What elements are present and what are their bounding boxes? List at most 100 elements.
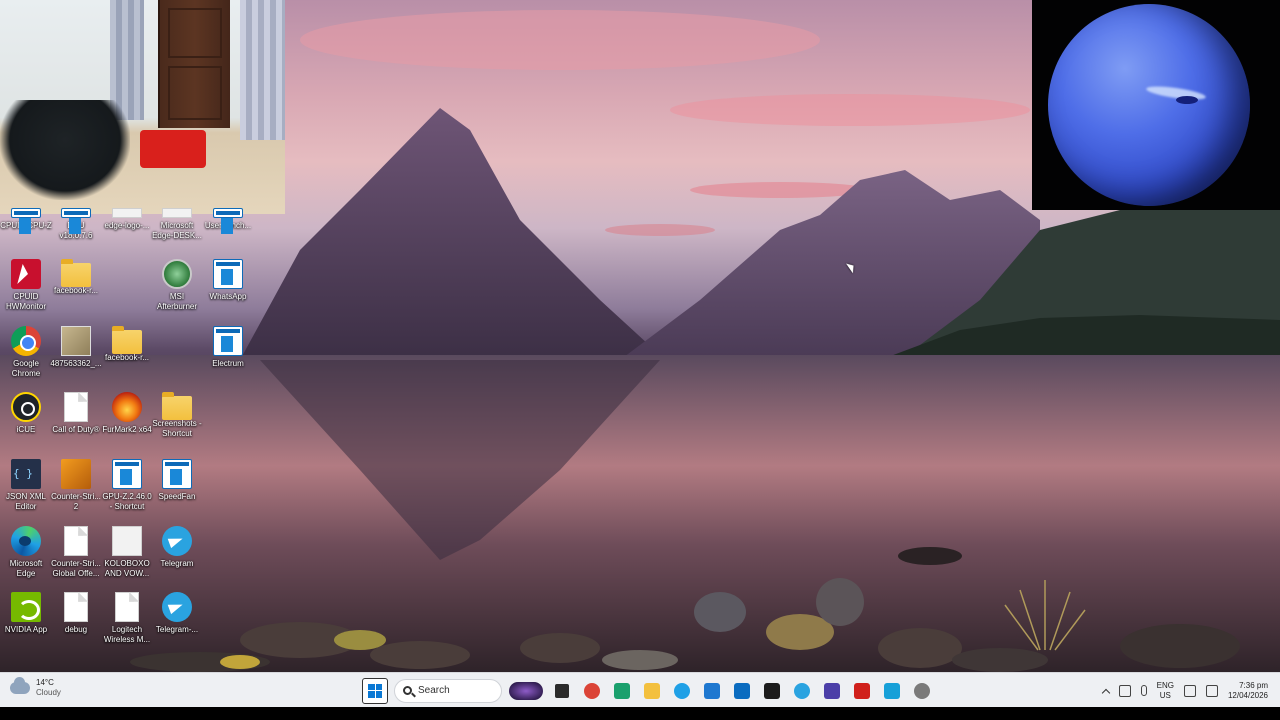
desktop-icon[interactable]: Logitech Wireless M... bbox=[101, 592, 153, 645]
start-button[interactable] bbox=[362, 677, 388, 704]
keyboard-layout: US bbox=[1159, 690, 1171, 700]
desktop-icon-label: KOLOBOXO AND VOW... bbox=[104, 559, 150, 578]
document-icon bbox=[64, 392, 88, 422]
calculator-icon bbox=[734, 682, 750, 699]
taskbar-button[interactable] bbox=[508, 679, 544, 703]
desktop-icon[interactable]: NVIDIA App bbox=[0, 592, 52, 635]
desktop-icon-label: CPUID HWMonitor bbox=[5, 292, 46, 311]
desktop-icon[interactable]: FurMark2 x64 bbox=[101, 392, 153, 435]
taskbar-button[interactable] bbox=[790, 679, 814, 703]
search-icon bbox=[403, 686, 412, 695]
desktop-icon-label: debug bbox=[64, 625, 88, 634]
file-explorer-icon bbox=[644, 682, 660, 699]
whatsapp-taskbar-icon bbox=[794, 682, 810, 699]
widgets-icon bbox=[509, 681, 543, 700]
desktop-icon[interactable]: facebook-r... bbox=[101, 326, 153, 363]
desktop-icon-label: Logitech Wireless M... bbox=[103, 625, 151, 644]
desktop-icon[interactable]: edge-logo-... bbox=[101, 208, 153, 231]
msi-afterburner-icon bbox=[162, 259, 192, 289]
taskbar-button[interactable] bbox=[850, 679, 874, 703]
chrome-icon bbox=[11, 326, 41, 356]
clock-date: 12/04/2026 bbox=[1227, 690, 1268, 700]
taskbar-button[interactable] bbox=[640, 679, 664, 703]
desktop-icon-label: Counter-Stri... 2 bbox=[51, 492, 101, 511]
userbenchmark-icon bbox=[213, 208, 243, 234]
edge-logo-file-icon bbox=[112, 208, 142, 218]
folder-icon bbox=[162, 392, 192, 420]
cpuz-icon bbox=[11, 208, 41, 234]
desktop-icon[interactable]: CPUID HWMonitor bbox=[0, 259, 52, 312]
outlook-icon bbox=[704, 682, 720, 699]
acrobat-icon bbox=[854, 682, 870, 699]
desktop-icon[interactable]: DDU v18.0.7.6 bbox=[50, 208, 102, 241]
desktop-icon[interactable]: JSON XML Editor bbox=[0, 459, 52, 512]
volume-icon[interactable] bbox=[1205, 684, 1218, 697]
desktop-icon[interactable]: UserBench... bbox=[202, 208, 254, 234]
taskbar-button[interactable] bbox=[880, 679, 904, 703]
desktop-icon[interactable]: Telegram-... bbox=[151, 592, 203, 635]
desktop-icon[interactable]: Google Chrome bbox=[0, 326, 52, 379]
terminal-icon bbox=[764, 682, 780, 699]
desktop-icon[interactable]: SpeedFan bbox=[151, 459, 203, 502]
microphone-icon[interactable] bbox=[1140, 685, 1147, 696]
desktop-icon[interactable]: Counter-Stri... 2 bbox=[50, 459, 102, 512]
desktop-icon[interactable]: Call of Duty® bbox=[50, 392, 102, 435]
ddu-icon bbox=[61, 208, 91, 234]
gear-icon bbox=[914, 682, 930, 699]
task-view-icon bbox=[555, 683, 569, 698]
counter-strike-icon bbox=[61, 459, 91, 489]
desktop-icon[interactable]: facebook-r... bbox=[50, 259, 102, 296]
taskbar-button[interactable] bbox=[730, 679, 754, 703]
desktop-icon[interactable]: WhatsApp bbox=[202, 259, 254, 302]
taskbar-button[interactable] bbox=[700, 679, 724, 703]
clock[interactable]: 7:36 pm 12/04/2026 bbox=[1228, 681, 1268, 701]
taskbar-button[interactable] bbox=[910, 679, 934, 703]
desktop-icon[interactable]: Telegram bbox=[151, 526, 203, 569]
desktop-icon[interactable]: MSI Afterburner bbox=[151, 259, 203, 312]
desktop-icon[interactable]: Electrum bbox=[202, 326, 254, 369]
folder-icon bbox=[112, 326, 142, 354]
image-file-icon bbox=[61, 326, 91, 356]
planet-overlay bbox=[1032, 0, 1280, 210]
desktop-icon[interactable]: Counter-Stri... Global Offe... bbox=[50, 526, 102, 579]
desktop-icon-label: JSON XML Editor bbox=[5, 492, 46, 511]
taskbar-button[interactable] bbox=[550, 679, 574, 703]
desktop-icon[interactable]: Microsoft Edge-DESK... bbox=[151, 208, 203, 241]
desktop-icon-label: SpeedFan bbox=[158, 492, 196, 501]
webcam-overlay bbox=[0, 0, 285, 214]
onedrive-icon[interactable] bbox=[1118, 684, 1131, 697]
json-editor-icon bbox=[11, 459, 41, 489]
language-indicator[interactable]: ENG US bbox=[1157, 681, 1174, 701]
desktop-icon[interactable]: KOLOBOXO AND VOW... bbox=[101, 526, 153, 579]
neptune-image bbox=[1048, 4, 1250, 206]
edge-desktop-file-icon bbox=[162, 208, 192, 218]
desktop-icon-label: Telegram-... bbox=[155, 625, 199, 634]
desktop-icon-label: MSI Afterburner bbox=[156, 292, 198, 311]
desktop-icon[interactable]: 487563362_... bbox=[50, 326, 102, 369]
taskbar-search[interactable]: Search bbox=[394, 678, 502, 703]
icue-icon bbox=[11, 392, 41, 422]
network-icon[interactable] bbox=[1183, 684, 1196, 697]
desktop-icon-label: facebook-r... bbox=[53, 286, 99, 295]
taskbar-button[interactable] bbox=[670, 679, 694, 703]
desktop-icon[interactable]: debug bbox=[50, 592, 102, 635]
taskbar-button[interactable] bbox=[760, 679, 784, 703]
weather-widget[interactable]: 14°C Cloudy bbox=[10, 677, 61, 698]
show-hidden-icons-chevron-icon[interactable] bbox=[1101, 688, 1110, 697]
photos-icon bbox=[884, 682, 900, 699]
nvidia-icon bbox=[11, 592, 41, 622]
desktop-icon-label: 487563362_... bbox=[50, 359, 102, 368]
telegram-icon bbox=[162, 526, 192, 556]
door bbox=[158, 0, 230, 128]
taskbar-button[interactable] bbox=[820, 679, 844, 703]
taskbar-button[interactable] bbox=[610, 679, 634, 703]
desktop-icon[interactable]: Microsoft Edge bbox=[0, 526, 52, 579]
desktop-icon[interactable]: iCUE bbox=[0, 392, 52, 435]
image-file-icon bbox=[112, 526, 142, 556]
desktop-icon[interactable]: Screenshots - Shortcut bbox=[151, 392, 203, 439]
taskbar-button[interactable] bbox=[580, 679, 604, 703]
taskbar: 14°C Cloudy Search ENG US 7:36 pm 12/04/… bbox=[0, 672, 1280, 707]
desktop-icon[interactable]: CPUID CPU-Z bbox=[0, 208, 52, 234]
desktop-icon-label: facebook-r... bbox=[104, 353, 150, 362]
desktop-icon[interactable]: GPU-Z.2.46.0 - Shortcut bbox=[101, 459, 153, 512]
